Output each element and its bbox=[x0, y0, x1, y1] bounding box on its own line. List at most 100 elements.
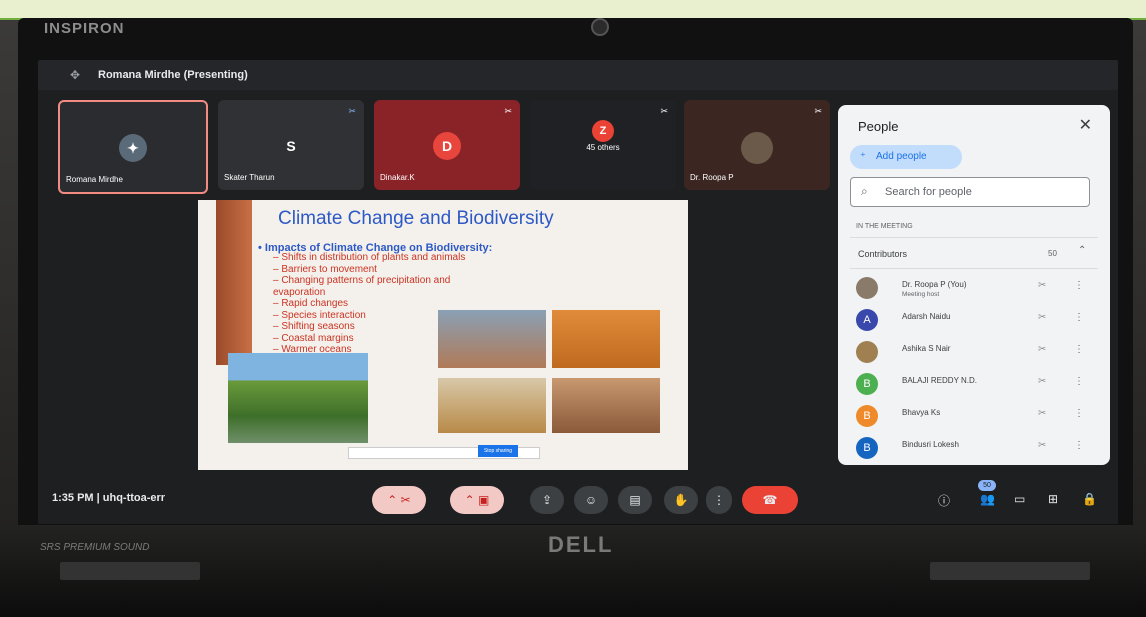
activities-icon[interactable]: ⊞ bbox=[1048, 492, 1058, 506]
list-item[interactable]: B BALAJI REDDY N.D. ✂ ⋮ bbox=[856, 369, 1096, 401]
avatar: Z bbox=[592, 120, 614, 142]
participant-name: Dinakar.K bbox=[380, 173, 415, 182]
mic-off-icon: ✂ bbox=[814, 106, 822, 116]
slide-points: – Shifts in distribution of plants and a… bbox=[273, 252, 465, 356]
people-panel: People ✕ ⁺ Add people ⌕ Search for peopl… bbox=[838, 105, 1110, 465]
search-placeholder: Search for people bbox=[885, 186, 972, 198]
slide-point: – Rapid changes bbox=[273, 298, 349, 309]
add-people-label: Add people bbox=[876, 151, 927, 162]
captions-button[interactable]: ▤ bbox=[618, 486, 652, 514]
list-item[interactable]: Dr. Roopa P (You) Meeting host ✂ ⋮ bbox=[856, 273, 1096, 305]
leave-call-button[interactable]: ☎ bbox=[742, 486, 798, 514]
hand-icon: ✋ bbox=[673, 493, 689, 507]
mic-off-icon[interactable]: ✂ bbox=[1038, 376, 1046, 387]
more-options-icon[interactable]: ⋮ bbox=[1074, 440, 1084, 451]
more-options-icon[interactable]: ⋮ bbox=[1074, 280, 1084, 291]
in-meeting-label: IN THE MEETING bbox=[856, 223, 913, 230]
participant-name: 45 others bbox=[586, 143, 620, 152]
mic-off-icon[interactable]: ✂ bbox=[1038, 344, 1046, 355]
mic-off-icon[interactable]: ✂ bbox=[1038, 408, 1046, 419]
chat-icon[interactable]: ▭ bbox=[1014, 492, 1025, 506]
landscape-image bbox=[228, 353, 368, 443]
stop-sharing-button[interactable]: Stop sharing bbox=[478, 445, 518, 457]
more-options-icon[interactable]: ⋮ bbox=[1074, 344, 1084, 355]
contributors-label: Contributors bbox=[858, 249, 908, 259]
mic-toggle-button[interactable]: ⌃ ✂ bbox=[372, 486, 426, 514]
slide-point: – Species interaction bbox=[273, 309, 366, 321]
meeting-time-code: 1:35 PM | uhq-ttoa-err bbox=[52, 492, 166, 504]
presenter-label: Romana Mirdhe (Presenting) bbox=[98, 69, 248, 81]
drought-image bbox=[552, 310, 660, 368]
more-options-icon[interactable]: ⋮ bbox=[1074, 312, 1084, 323]
people-icon[interactable]: 👥 bbox=[980, 492, 995, 506]
more-options-icon: ⋮ bbox=[713, 493, 725, 507]
slide-point: evaporation bbox=[273, 286, 326, 298]
webcam bbox=[591, 18, 609, 36]
hinge bbox=[930, 562, 1090, 580]
chevron-up-icon: ⌃ bbox=[1078, 245, 1087, 256]
more-options-button[interactable]: ⋮ bbox=[706, 486, 732, 514]
brand-label: INSPIRON bbox=[44, 20, 125, 37]
participant-name: Romana Mirdhe bbox=[66, 175, 123, 184]
host-controls-icon[interactable]: 🔒 bbox=[1082, 492, 1097, 506]
participant-tile[interactable]: ✂ S Skater Tharun bbox=[218, 100, 364, 190]
slide-point: – Changing patterns of precipitation and bbox=[273, 275, 451, 286]
search-input[interactable]: ⌕ Search for people bbox=[850, 177, 1090, 207]
slide-point: – Shifts in distribution of plants and a… bbox=[273, 252, 466, 263]
present-button[interactable]: ⇪ bbox=[530, 486, 564, 514]
avatar: B bbox=[856, 373, 878, 395]
present-icon: ⇪ bbox=[541, 493, 553, 507]
camera-off-icon: ▣ bbox=[478, 493, 490, 507]
speaker-label: SRS PREMIUM SOUND bbox=[40, 542, 150, 553]
person-name: Adarsh Naidu bbox=[902, 312, 951, 321]
more-options-icon[interactable]: ⋮ bbox=[1074, 376, 1084, 387]
avatar: B bbox=[856, 437, 878, 459]
camera-toggle-button[interactable]: ⌃ ▣ bbox=[450, 486, 504, 514]
hinge bbox=[60, 562, 200, 580]
person-name: Ashika S Nair bbox=[902, 344, 951, 353]
mic-off-icon[interactable]: ✂ bbox=[1038, 440, 1046, 451]
participant-tile[interactable]: ✦ Romana Mirdhe bbox=[58, 100, 208, 194]
control-bar: 1:35 PM | uhq-ttoa-err ⌃ ✂ ⌃ ▣ ⇪ ☺ ▤ ✋ ⋮… bbox=[38, 478, 1118, 524]
add-people-button[interactable]: ⁺ Add people bbox=[850, 145, 962, 169]
drought-image bbox=[438, 310, 546, 368]
avatar: S bbox=[286, 138, 296, 154]
emoji-button[interactable]: ☺ bbox=[574, 486, 608, 514]
drought-image bbox=[552, 378, 660, 433]
close-icon[interactable]: ✕ bbox=[1079, 115, 1092, 135]
raise-hand-button[interactable]: ✋ bbox=[664, 486, 698, 514]
present-icon: ✥ bbox=[70, 68, 81, 82]
more-options-icon[interactable]: ⋮ bbox=[1074, 408, 1084, 419]
add-person-icon: ⁺ bbox=[860, 151, 866, 163]
list-item[interactable]: Ashika S Nair ✂ ⋮ bbox=[856, 337, 1096, 369]
person-role: Meeting host bbox=[902, 291, 940, 298]
info-icon[interactable]: ⓘ bbox=[938, 492, 950, 509]
avatar: ✦ bbox=[119, 134, 147, 162]
drought-image bbox=[438, 378, 546, 433]
list-item[interactable]: A Adarsh Naidu ✂ ⋮ bbox=[856, 305, 1096, 337]
mic-off-icon: ✂ bbox=[400, 493, 411, 507]
list-item[interactable]: B Bindusri Lokesh ✂ ⋮ bbox=[856, 433, 1096, 465]
avatar: B bbox=[856, 405, 878, 427]
slide-point: – Barriers to movement bbox=[273, 263, 377, 275]
list-item[interactable]: B Bhavya Ks ✂ ⋮ bbox=[856, 401, 1096, 433]
avatar: D bbox=[433, 132, 461, 160]
participant-tile-others[interactable]: ✂ Z 45 others bbox=[530, 100, 676, 190]
meet-screen: ✥ Romana Mirdhe (Presenting) ✦ Romana Mi… bbox=[38, 60, 1118, 524]
panel-title: People bbox=[858, 119, 899, 134]
contributors-header[interactable]: Contributors 50 ⌃ bbox=[850, 237, 1098, 269]
participant-name: Skater Tharun bbox=[224, 173, 275, 182]
avatar bbox=[741, 132, 773, 164]
participant-tile[interactable]: ✂ Dr. Roopa P bbox=[684, 100, 830, 190]
slide-accent bbox=[216, 200, 252, 365]
hang-up-icon: ☎ bbox=[762, 493, 778, 507]
mic-off-icon: ✂ bbox=[348, 106, 356, 116]
participant-tile[interactable]: ✂ D Dinakar.K bbox=[374, 100, 520, 190]
mic-off-icon[interactable]: ✂ bbox=[1038, 312, 1046, 323]
person-name: Dr. Roopa P (You) bbox=[902, 280, 967, 289]
slide-point: – Shifting seasons bbox=[273, 321, 355, 332]
shared-slide: Climate Change and Biodiversity • Impact… bbox=[198, 200, 688, 470]
presenter-bar: ✥ Romana Mirdhe (Presenting) bbox=[38, 60, 1118, 90]
mic-off-icon: ✂ bbox=[504, 106, 512, 116]
mic-off-icon[interactable]: ✂ bbox=[1038, 280, 1046, 291]
